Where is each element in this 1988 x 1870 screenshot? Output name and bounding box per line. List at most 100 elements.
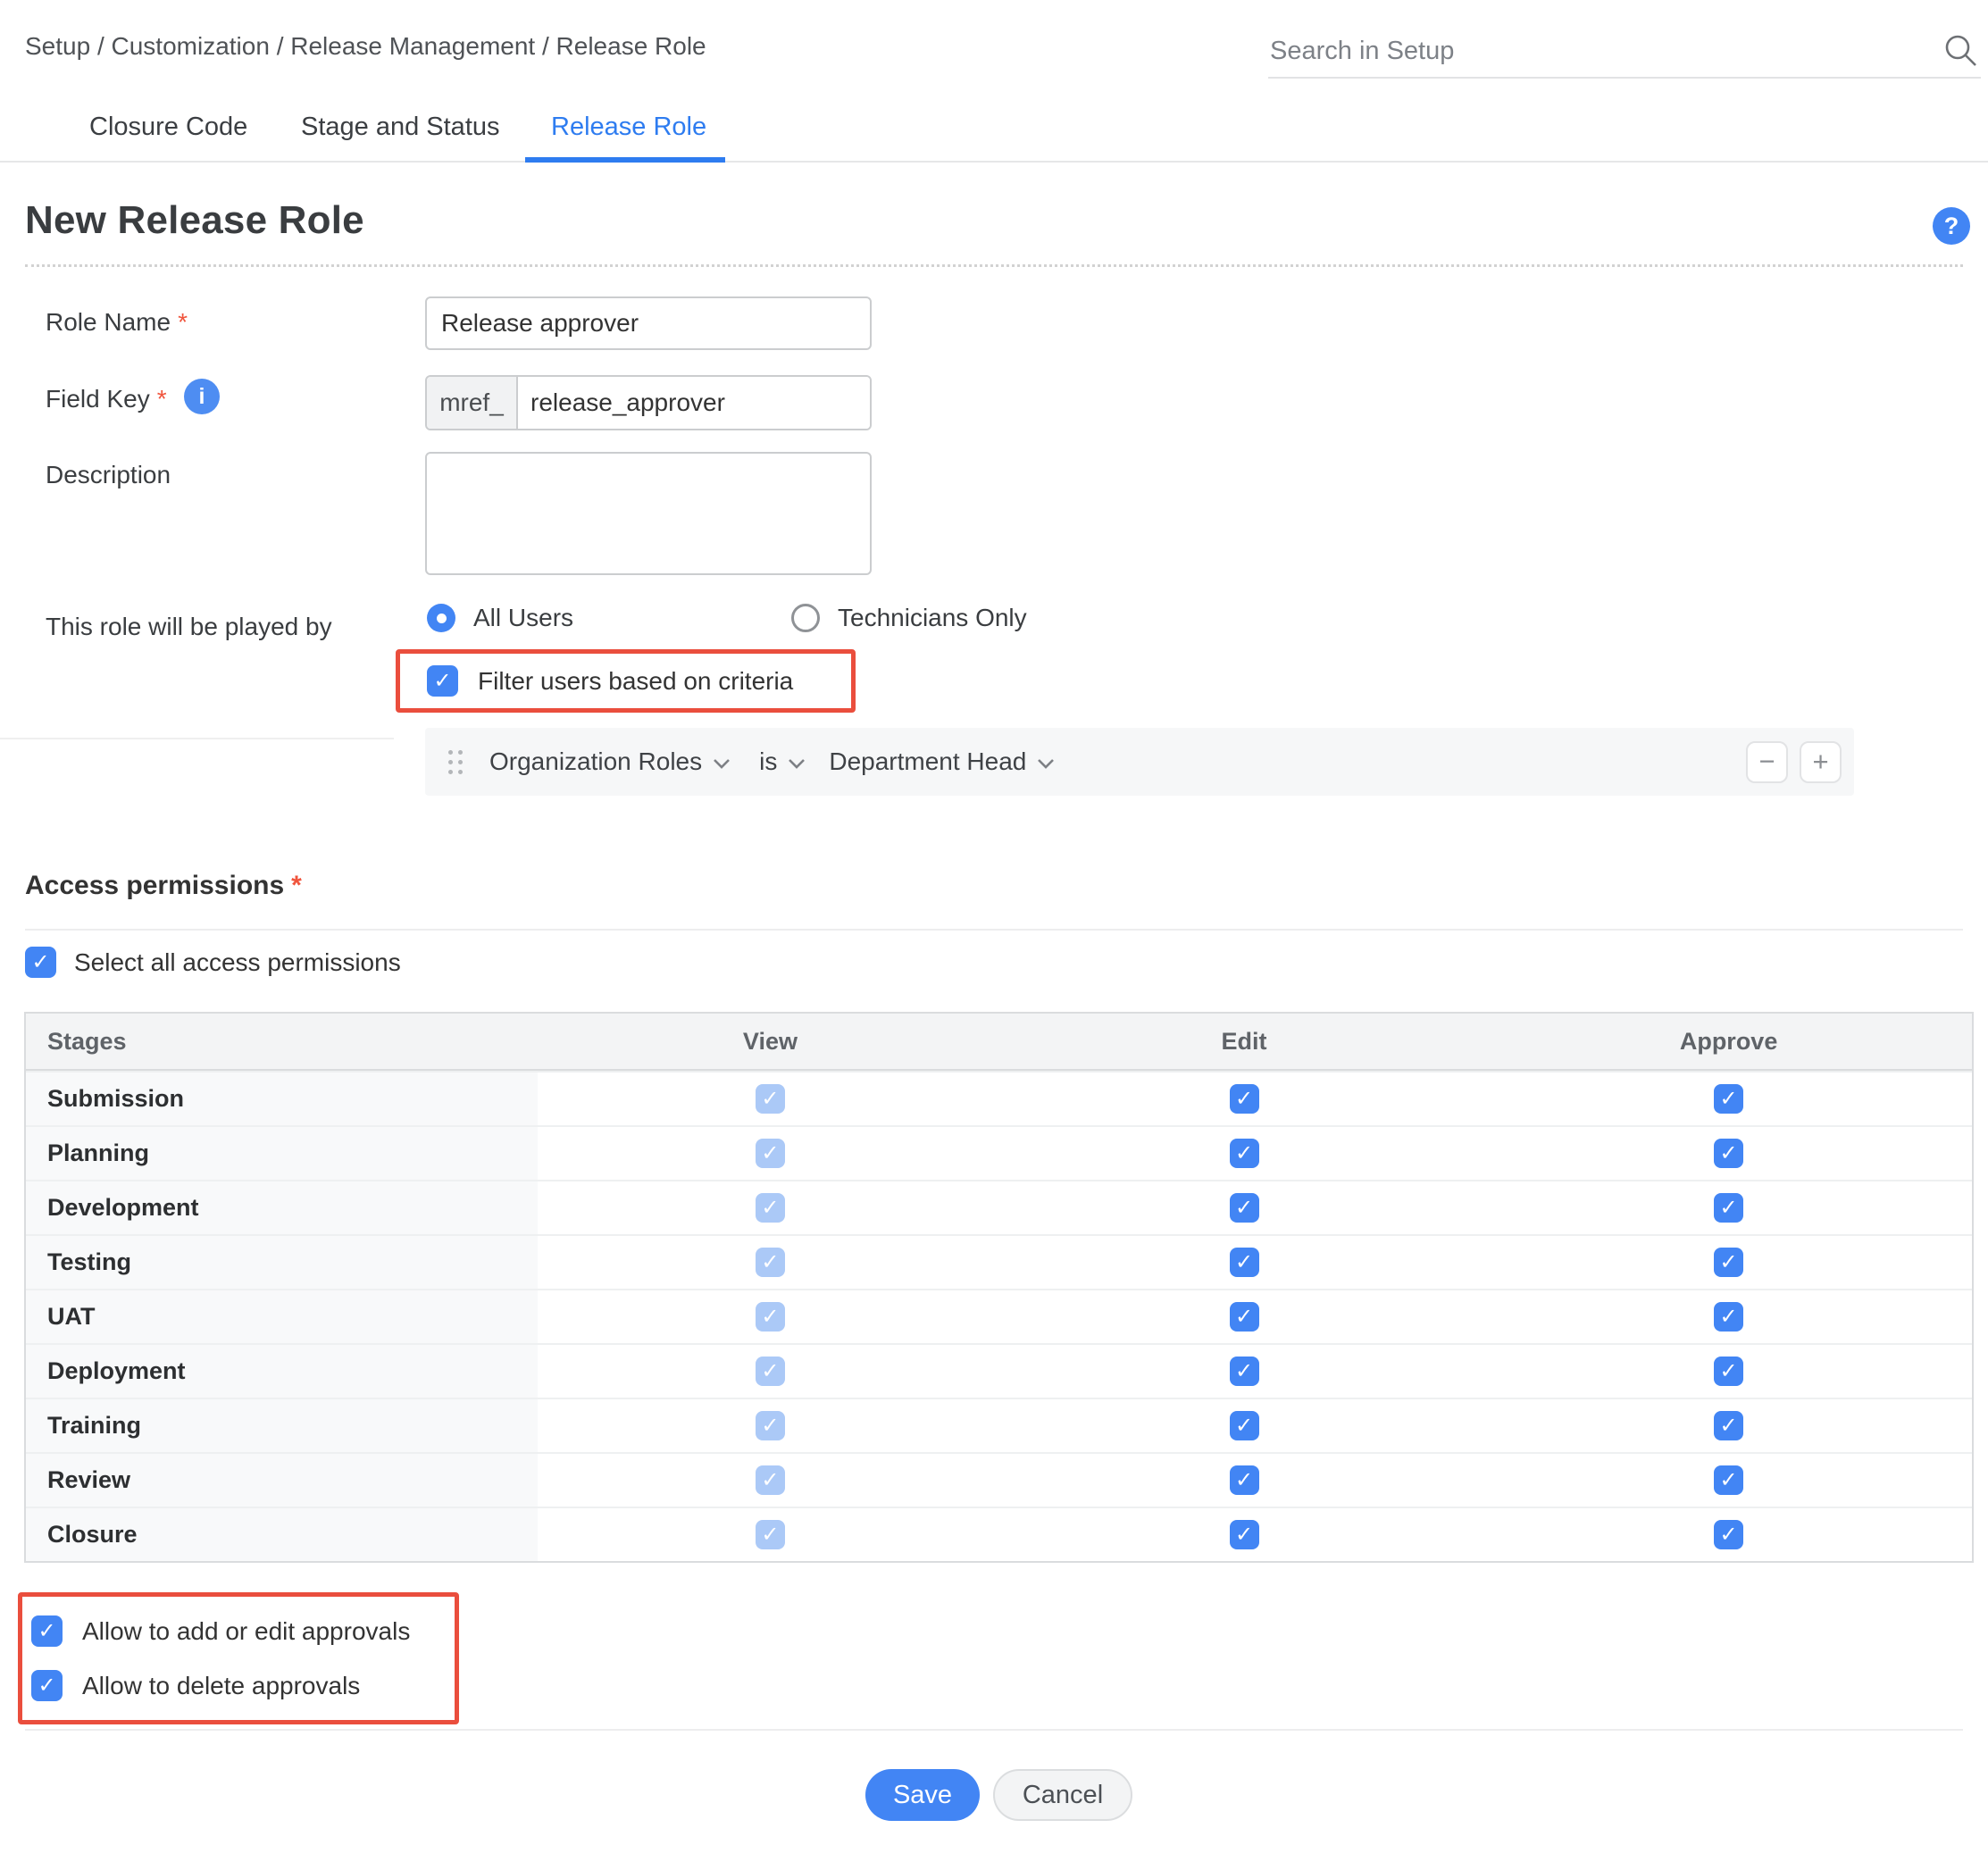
role-name-input[interactable]	[425, 296, 872, 350]
edit-checkbox[interactable]	[1230, 1139, 1259, 1168]
stage-name: UAT	[26, 1290, 538, 1343]
active-tab-underline	[525, 157, 725, 163]
approve-checkbox[interactable]	[1714, 1139, 1743, 1168]
table-header: Stages View Edit Approve	[26, 1014, 1972, 1071]
edit-checkbox[interactable]	[1230, 1520, 1259, 1549]
divider	[25, 929, 1963, 931]
stage-name: Testing	[26, 1236, 538, 1289]
highlight-box-filter: Filter users based on criteria	[396, 649, 856, 713]
stage-name: Planning	[26, 1127, 538, 1180]
header-edit: Edit	[1003, 1014, 1485, 1069]
approve-checkbox[interactable]	[1714, 1084, 1743, 1114]
edit-checkbox[interactable]	[1230, 1302, 1259, 1332]
view-checkbox	[756, 1520, 785, 1549]
radio-all-users[interactable]: All Users	[427, 604, 573, 632]
access-permissions-heading: Access permissions*	[25, 871, 302, 901]
tab-bar: Closure Code Stage and Status Release Ro…	[0, 105, 1988, 163]
stage-name: Development	[26, 1181, 538, 1234]
tab-release-role[interactable]: Release Role	[551, 113, 706, 142]
table-row: Submission	[26, 1071, 1972, 1125]
radio-technicians-only[interactable]: Technicians Only	[791, 604, 1027, 632]
table-row: Development	[26, 1180, 1972, 1234]
search-icon[interactable]	[1942, 31, 1981, 71]
criteria-value-dropdown[interactable]: Department Head	[829, 747, 1026, 776]
played-by-label: This role will be played by	[46, 613, 332, 641]
edit-checkbox[interactable]	[1230, 1248, 1259, 1277]
save-button[interactable]: Save	[865, 1769, 980, 1821]
select-all-checkbox[interactable]	[25, 947, 56, 978]
add-edit-approvals-label: Allow to add or edit approvals	[82, 1617, 410, 1646]
edit-checkbox[interactable]	[1230, 1084, 1259, 1114]
field-key-label: Field Key*	[46, 385, 167, 413]
view-checkbox	[756, 1084, 785, 1114]
criteria-actions: − +	[1746, 741, 1842, 783]
select-all-row: Select all access permissions	[25, 947, 401, 978]
approve-checkbox[interactable]	[1714, 1193, 1743, 1223]
view-checkbox	[756, 1465, 785, 1495]
view-checkbox	[756, 1139, 785, 1168]
approve-checkbox[interactable]	[1714, 1520, 1743, 1549]
edit-checkbox[interactable]	[1230, 1411, 1259, 1440]
add-criteria-button[interactable]: +	[1800, 741, 1842, 783]
criteria-operator-dropdown[interactable]: is	[759, 747, 777, 776]
breadcrumb[interactable]: Setup / Customization / Release Manageme…	[25, 32, 706, 61]
help-icon[interactable]: ?	[1933, 207, 1970, 245]
radio-unselected-icon[interactable]	[791, 604, 820, 632]
stage-name: Training	[26, 1399, 538, 1452]
chevron-down-icon[interactable]	[713, 758, 731, 770]
filter-users-label: Filter users based on criteria	[478, 667, 793, 696]
tab-stage-and-status[interactable]: Stage and Status	[301, 113, 500, 142]
delete-approvals-checkbox[interactable]	[31, 1670, 63, 1701]
stage-name: Review	[26, 1454, 538, 1507]
table-row: Training	[26, 1398, 1972, 1452]
view-checkbox	[756, 1357, 785, 1386]
section-line	[0, 738, 394, 739]
field-key-group: mref_	[425, 375, 872, 430]
description-textarea[interactable]	[425, 452, 872, 575]
table-row: Deployment	[26, 1343, 1972, 1398]
chevron-down-icon[interactable]	[1037, 758, 1055, 770]
tab-closure-code[interactable]: Closure Code	[89, 113, 247, 142]
description-label: Description	[46, 461, 171, 489]
header-view: View	[538, 1014, 1003, 1069]
approve-checkbox[interactable]	[1714, 1465, 1743, 1495]
setup-search	[1268, 25, 1981, 79]
divider	[25, 1729, 1963, 1731]
search-input[interactable]	[1268, 36, 1942, 67]
edit-checkbox[interactable]	[1230, 1357, 1259, 1386]
approve-checkbox[interactable]	[1714, 1411, 1743, 1440]
field-key-prefix: mref_	[427, 377, 518, 429]
radio-selected-icon[interactable]	[427, 604, 455, 632]
drag-handle-icon[interactable]	[448, 750, 463, 774]
stage-name: Closure	[26, 1508, 538, 1561]
add-edit-approvals-row: Allow to add or edit approvals	[31, 1615, 455, 1647]
view-checkbox	[756, 1193, 785, 1223]
remove-criteria-button[interactable]: −	[1746, 741, 1788, 783]
approve-checkbox[interactable]	[1714, 1248, 1743, 1277]
delete-approvals-label: Allow to delete approvals	[82, 1672, 360, 1700]
table-row: Closure	[26, 1507, 1972, 1561]
radio-all-users-label: All Users	[473, 604, 573, 632]
table-row: Planning	[26, 1125, 1972, 1180]
view-checkbox	[756, 1411, 785, 1440]
stage-name: Deployment	[26, 1345, 538, 1398]
approve-checkbox[interactable]	[1714, 1357, 1743, 1386]
add-edit-approvals-checkbox[interactable]	[31, 1615, 63, 1647]
header-approve: Approve	[1485, 1014, 1972, 1069]
edit-checkbox[interactable]	[1230, 1465, 1259, 1495]
highlight-box-approvals: Allow to add or edit approvals Allow to …	[18, 1592, 459, 1724]
delete-approvals-row: Allow to delete approvals	[31, 1670, 455, 1701]
edit-checkbox[interactable]	[1230, 1193, 1259, 1223]
table-row: UAT	[26, 1289, 1972, 1343]
page-title: New Release Role	[25, 198, 364, 243]
criteria-field-dropdown[interactable]: Organization Roles	[489, 747, 702, 776]
info-icon[interactable]: i	[184, 379, 220, 414]
chevron-down-icon[interactable]	[788, 758, 806, 770]
approve-checkbox[interactable]	[1714, 1302, 1743, 1332]
filter-users-checkbox[interactable]	[427, 665, 458, 697]
required-asterisk: *	[157, 385, 167, 413]
cancel-button[interactable]: Cancel	[993, 1769, 1132, 1821]
field-key-input[interactable]	[518, 377, 870, 429]
required-asterisk: *	[178, 308, 188, 336]
view-checkbox	[756, 1248, 785, 1277]
